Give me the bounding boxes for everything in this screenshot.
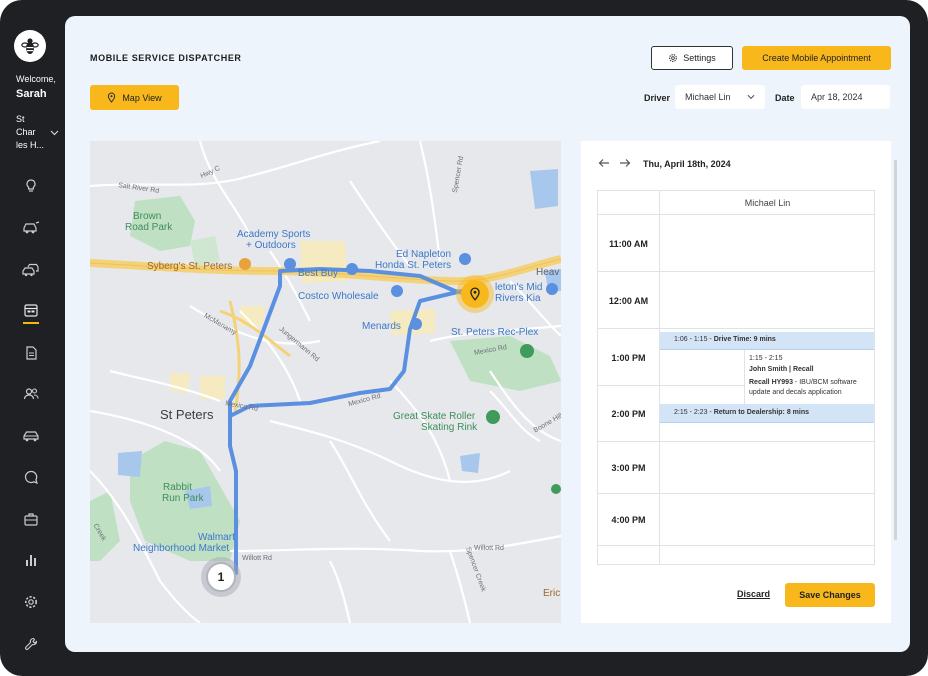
sidebar: Welcome, Sarah St Char les H...: [0, 0, 64, 676]
prev-day-arrow-icon[interactable]: [597, 155, 611, 171]
time-slot[interactable]: 3:00 PM: [598, 442, 874, 494]
car-service-icon[interactable]: [21, 218, 41, 238]
map-view-button[interactable]: Map View: [90, 85, 179, 110]
map-place-label: Honda St. Peters: [375, 260, 452, 271]
map-place-label: Neighborhood Market: [133, 543, 230, 554]
time-slot[interactable]: 11:00 AM: [598, 215, 874, 272]
users-icon[interactable]: [21, 384, 41, 404]
event-time: 2:15 - 2:23 -: [674, 409, 712, 416]
active-nav-indicator: [23, 322, 39, 324]
map-pin-icon: [108, 92, 116, 103]
page-title: MOBILE SERVICE DISPATCHER: [90, 53, 242, 63]
calendar-date-heading: Thu, April 18th, 2024: [643, 159, 731, 169]
map-place-label: Syberg's St. Peters: [147, 261, 233, 272]
schedule-grid: Michael Lin 11:00 AM 12:00 AM 1:00 PM 2:…: [597, 190, 875, 565]
map-place-label: Road Park: [125, 222, 173, 233]
time-label: 1:00 PM: [611, 352, 646, 363]
route-start-marker[interactable]: 1: [201, 557, 241, 597]
map-place-label: + Outdoors: [246, 240, 296, 251]
chevron-down-icon: [747, 94, 755, 100]
settings-label: Settings: [683, 53, 716, 63]
car-icon[interactable]: [21, 426, 41, 446]
event-customer: John Smith | Recall: [749, 366, 814, 373]
discard-button[interactable]: Discard: [737, 589, 770, 599]
driver-value: Michael Lin: [685, 92, 731, 102]
event-title: Drive Time: 9 mins: [713, 336, 776, 343]
map-place-label: St. Peters Rec-Plex: [451, 327, 539, 338]
return-drive-event[interactable]: 2:15 - 2:23 - Return to Dealership: 8 mi…: [660, 404, 874, 423]
briefcase-icon[interactable]: [21, 509, 41, 529]
location-line: St: [16, 114, 25, 124]
next-day-arrow-icon[interactable]: [618, 155, 632, 171]
time-label: 11:00 AM: [609, 238, 648, 249]
gear-icon[interactable]: [21, 592, 41, 612]
map-city-label: St Peters: [160, 407, 214, 422]
lightbulb-icon[interactable]: [21, 176, 41, 196]
map-place-label: Heav: [536, 267, 560, 278]
time-slot[interactable]: 12:00 AM: [598, 272, 874, 329]
map-pin-icon: [470, 287, 480, 301]
map-road-label: Willott Rd: [242, 555, 272, 562]
date-value: Apr 18, 2024: [811, 92, 863, 102]
drive-time-event[interactable]: 1:06 - 1:15 - Drive Time: 9 mins: [660, 332, 874, 350]
calendar-dispatch-icon[interactable]: [21, 300, 41, 320]
map-place-label: Eric: [543, 588, 561, 599]
map-view-label: Map View: [122, 92, 162, 103]
bee-logo-icon[interactable]: [14, 30, 46, 62]
chat-icon[interactable]: [21, 467, 41, 487]
location-line: Char: [16, 127, 36, 137]
document-icon[interactable]: [21, 343, 41, 363]
map-place-label: Skating Rink: [421, 422, 478, 433]
welcome-text: Welcome,: [16, 74, 56, 84]
time-slot[interactable]: 4:00 PM: [598, 494, 874, 546]
user-name: Sarah: [16, 88, 47, 100]
map-place-label: Costco Wholesale: [298, 291, 379, 302]
schedule-scrollbar[interactable]: [894, 160, 897, 540]
location-selector[interactable]: St Char les H...: [16, 113, 46, 152]
time-label: 4:00 PM: [611, 515, 646, 525]
map-place-label: Run Park: [162, 493, 204, 504]
bar-chart-icon[interactable]: [21, 550, 41, 570]
route-map[interactable]: Hwy C Salt River Rd Spencer Rd Brown Roa…: [90, 141, 561, 623]
map-road-label: Willott Rd: [474, 545, 504, 552]
location-line: les H...: [16, 140, 45, 150]
dealership-marker[interactable]: [456, 275, 494, 313]
map-place-label: Great Skate Roller: [393, 411, 476, 422]
map-place-label: Brown: [133, 211, 162, 222]
map-place-label: Best Buy: [298, 268, 339, 279]
event-time: 1:06 - 1:15 -: [674, 336, 712, 343]
date-picker[interactable]: Apr 18, 2024: [801, 85, 890, 109]
event-time: 1:15 - 2:15: [749, 355, 783, 362]
driver-label: Driver: [644, 93, 671, 103]
gear-icon: [669, 54, 678, 62]
settings-button[interactable]: Settings: [651, 46, 733, 70]
time-label: 2:00 PM: [611, 409, 646, 419]
route-start-number: 1: [206, 562, 236, 592]
grid-corner: [598, 191, 659, 215]
create-appointment-button[interactable]: Create Mobile Appointment: [742, 46, 891, 70]
map-place-label: Ed Napleton: [396, 249, 452, 260]
recall-appointment-event[interactable]: 1:15 - 2:15 John Smith | Recall Recall H…: [744, 350, 874, 404]
map-place-label: leton's Mid: [495, 282, 543, 293]
driver-select[interactable]: Michael Lin: [675, 85, 765, 109]
save-changes-button[interactable]: Save Changes: [785, 583, 875, 607]
map-place-label: Academy Sports: [237, 229, 311, 240]
cars-icon[interactable]: [21, 260, 41, 280]
chevron-down-icon[interactable]: [50, 130, 59, 136]
map-place-label: Rivers Kia: [495, 293, 541, 304]
time-label: 3:00 PM: [611, 463, 646, 473]
driver-column-header: Michael Lin: [659, 191, 874, 215]
map-place-label: Walmart: [198, 532, 235, 543]
map-place-label: Rabbit: [163, 482, 192, 493]
map-place-label: Menards: [362, 321, 401, 332]
event-title: Return to Dealership: 8 mins: [713, 409, 809, 416]
time-label: 12:00 AM: [608, 295, 649, 306]
date-label: Date: [775, 93, 795, 103]
event-recall-code: Recall HY993: [749, 379, 793, 386]
wrench-icon[interactable]: [21, 634, 41, 654]
